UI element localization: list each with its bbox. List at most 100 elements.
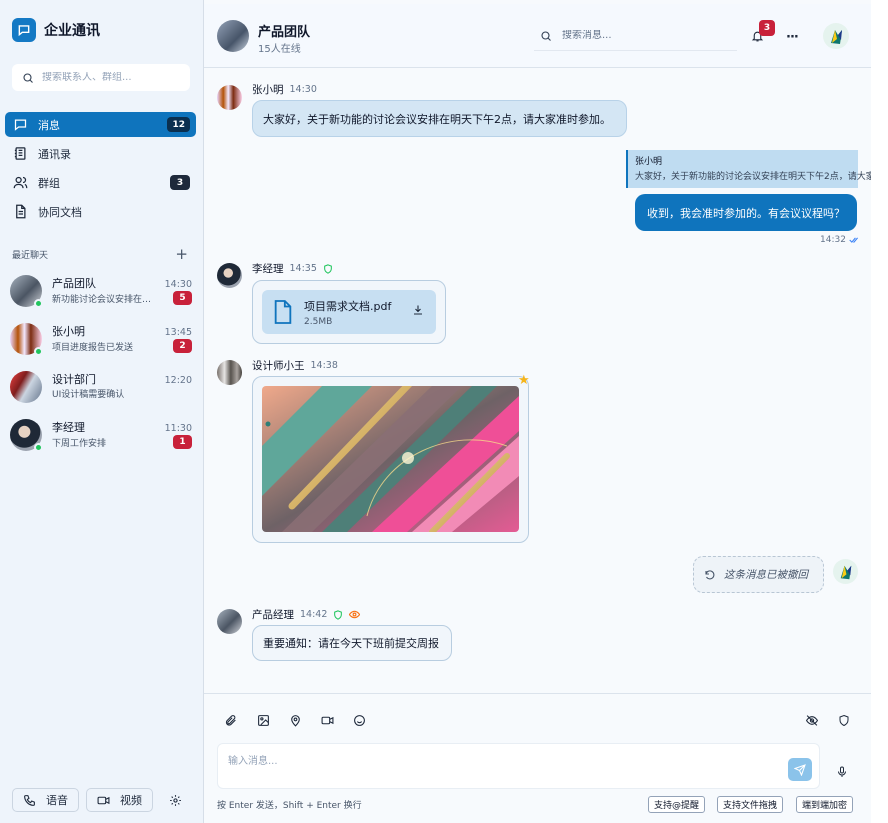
emoji-icon[interactable] — [351, 712, 367, 728]
message-input[interactable] — [228, 752, 778, 782]
feature-e2e-encryption: 端到端加密 — [796, 796, 854, 813]
message-search-input[interactable] — [562, 30, 722, 41]
image-message — [252, 376, 529, 543]
feature-mention: 支持@提醒 — [648, 796, 706, 813]
messages-count-badge: 12 — [167, 117, 190, 132]
shield-icon — [334, 609, 343, 620]
chat-name: 张小明 — [52, 325, 85, 338]
avatar — [10, 323, 43, 356]
add-chat-icon[interactable]: + — [175, 247, 188, 262]
feature-file-drag: 支持文件拖拽 — [717, 796, 784, 813]
contact-search-input[interactable] — [42, 72, 182, 83]
chat-time: 11:30 — [164, 423, 192, 434]
message-bubble[interactable]: 大家好，关于新功能的讨论会议安排在明天下午2点，请大家准时参加。 — [252, 100, 627, 137]
online-indicator — [34, 347, 43, 356]
avatar[interactable] — [217, 85, 242, 110]
location-icon[interactable] — [287, 712, 303, 728]
online-indicator — [34, 443, 43, 452]
message-time: 14:35 — [289, 263, 317, 274]
contacts-icon — [12, 146, 28, 162]
message-meta: 设计师小王 14:38 — [252, 358, 338, 373]
chat-header: 产品团队 15人在线 3 ··· — [204, 4, 871, 68]
avatar — [10, 371, 42, 403]
app-title: 企业通讯 — [44, 23, 100, 39]
quoted-message[interactable]: 张小明 大家好，关于新功能的讨论会议安排在明天下午2点，请大家准时参加。 — [626, 150, 888, 188]
avatar[interactable] — [217, 609, 242, 634]
settings-button[interactable] — [164, 789, 186, 811]
chat-time: 12:20 — [164, 375, 192, 386]
online-count: 15人在线 — [258, 44, 301, 55]
more-icon[interactable]: ··· — [786, 30, 799, 45]
avatar[interactable] — [823, 23, 849, 49]
avatar[interactable] — [217, 360, 242, 385]
image-icon[interactable] — [255, 712, 271, 728]
chat-preview: 新功能讨论会议安排在明天下午2点，请大家准时参加。 — [52, 294, 157, 305]
message-bubble[interactable]: 重要通知：请在今天下班前提交周报 — [252, 625, 452, 661]
file-attachment[interactable]: 项目需求文档.pdf 2.5MB — [262, 290, 436, 334]
avatar — [10, 419, 43, 452]
video-call-button[interactable]: 视频 — [86, 788, 153, 812]
app-logo-icon — [12, 18, 36, 42]
recalled-text: 这条消息已被撤回 — [724, 569, 808, 581]
chat-name: 李经理 — [52, 421, 85, 434]
file-icon — [274, 300, 292, 324]
voice-call-button[interactable]: 语音 — [12, 788, 79, 812]
message-list: 张小明 14:30 大家好，关于新功能的讨论会议安排在明天下午2点，请大家准时参… — [204, 68, 888, 693]
chat-item-product-team[interactable]: 产品团队 14:30 新功能讨论会议安排在明天下午2点，请大家准时参加。 5 — [10, 273, 192, 321]
video-icon — [97, 796, 110, 804]
message-time: 14:30 — [289, 84, 317, 95]
eye-off-icon[interactable] — [804, 712, 820, 728]
users-icon — [12, 175, 28, 191]
chat-item-li[interactable]: 李经理 11:30 下周工作安排 1 — [10, 417, 192, 465]
shield-icon[interactable] — [836, 712, 852, 728]
nav-item-groups[interactable]: 群组 3 — [5, 170, 196, 195]
unread-badge: 5 — [173, 291, 192, 305]
nav-item-label: 协同文档 — [38, 205, 82, 219]
message-time: 14:32 — [820, 235, 859, 245]
message-search[interactable] — [534, 21, 737, 51]
star-icon[interactable]: ★ — [518, 373, 530, 388]
sender-name: 设计师小王 — [252, 360, 305, 372]
scrollbar[interactable] — [871, 68, 888, 693]
shield-icon — [324, 263, 332, 274]
gear-icon — [169, 794, 181, 806]
video-icon[interactable] — [319, 712, 335, 728]
microphone-icon[interactable] — [836, 765, 848, 782]
message-text: 收到，我会准时参加的。有会议议程吗？ — [647, 206, 845, 220]
message-text: 大家好，关于新功能的讨论会议安排在明天下午2点，请大家准时参加。 — [263, 112, 611, 126]
recent-chats-header: 最近聊天 + — [12, 247, 188, 262]
send-button[interactable] — [788, 758, 812, 781]
sidebar: 企业通讯 消息 12 通讯录 群组 3 — [0, 0, 204, 823]
online-indicator — [34, 299, 43, 308]
eye-icon — [349, 610, 361, 619]
nav-item-docs[interactable]: 协同文档 — [5, 199, 196, 224]
quote-sender: 张小明 — [635, 157, 663, 167]
sidebar-footer: 语音 视频 — [12, 788, 186, 812]
unread-badge: 1 — [173, 435, 192, 449]
nav-item-label: 消息 — [38, 118, 60, 132]
chat-item-zhang[interactable]: 张小明 13:45 项目进度报告已发送 2 — [10, 321, 192, 369]
avatar[interactable] — [217, 20, 249, 52]
double-check-icon — [849, 237, 858, 243]
avatar[interactable] — [833, 559, 858, 584]
sender-name: 李经理 — [252, 263, 284, 275]
nav-item-label: 群组 — [38, 176, 60, 190]
document-icon — [12, 204, 28, 220]
video-call-label: 视频 — [120, 794, 142, 807]
message-time: 14:38 — [310, 360, 338, 371]
avatar[interactable] — [217, 263, 242, 288]
unread-badge: 2 — [173, 339, 192, 353]
outgoing-message-bubble[interactable]: 收到，我会准时参加的。有会议议程吗？ — [635, 194, 857, 231]
sender-name: 产品经理 — [252, 609, 294, 621]
attach-icon[interactable] — [222, 712, 238, 728]
recent-chats-title: 最近聊天 — [12, 251, 49, 261]
composer-hint: 按 Enter 发送，Shift + Enter 换行 — [217, 801, 362, 811]
message-meta: 产品经理 14:42 — [252, 607, 361, 622]
download-icon[interactable] — [412, 304, 424, 319]
shared-image[interactable] — [262, 386, 519, 532]
chat-item-design[interactable]: 设计部门 12:20 UI设计稿需要确认 — [10, 369, 192, 417]
file-size: 2.5MB — [304, 316, 333, 327]
nav-item-messages[interactable]: 消息 12 — [5, 112, 196, 137]
contact-search[interactable] — [12, 64, 190, 91]
nav-item-contacts[interactable]: 通讯录 — [5, 141, 196, 166]
